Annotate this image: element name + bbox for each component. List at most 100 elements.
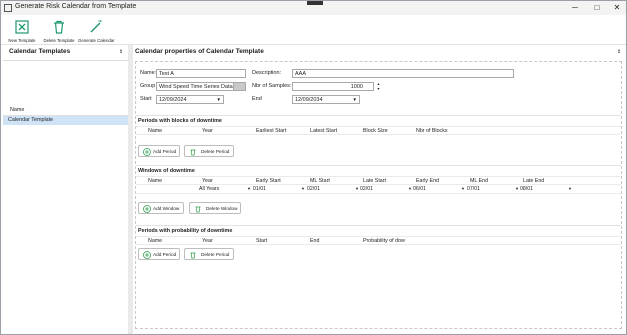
name-input[interactable]: Test A [156, 69, 246, 78]
col-ml-end[interactable]: ML End [470, 178, 488, 184]
generate-calendar-label: Generate Calendar [78, 38, 115, 43]
add-window-label: Add Window [153, 206, 180, 211]
close-button[interactable]: ✕ [610, 2, 624, 14]
cell-ml-start[interactable]: 02/01 ▼ [307, 186, 359, 192]
cell-early-end-value: 06/01 [413, 186, 426, 192]
group-input[interactable]: Wind Speed Time Series Data [156, 82, 234, 91]
templates-column-name[interactable]: Name [3, 105, 128, 116]
cell-early-start[interactable]: 01/01 ▼ [253, 186, 305, 192]
window-title: Generate Risk Calendar from Template [15, 3, 137, 10]
chevron-down-icon: ▼ [408, 186, 412, 191]
cell-late-end[interactable]: 08/01 ▼ [520, 186, 572, 192]
new-template-button[interactable]: New Template [5, 18, 39, 44]
add-icon [143, 251, 151, 259]
windows-section: Windows of downtime Name Year Early Star… [136, 165, 621, 223]
col-name[interactable]: Name [148, 238, 162, 244]
delete-period-button[interactable]: Delete Period [184, 145, 234, 157]
add-window-button[interactable]: Add Window [138, 202, 184, 214]
windows-table-header: Name Year Early Start ML Start Late Star… [136, 176, 621, 185]
new-template-icon [15, 20, 29, 34]
panel-pin-icon[interactable]: ⇕ [119, 49, 123, 55]
cell-late-start-value: 02/01 [360, 186, 373, 192]
maximize-button[interactable]: □ [590, 2, 604, 14]
delete-period-button[interactable]: Delete Period [184, 248, 234, 260]
description-input[interactable]: AAA [292, 69, 514, 78]
cell-early-end[interactable]: 06/01 ▼ [413, 186, 465, 192]
title-grip[interactable] [307, 1, 323, 5]
chevron-down-icon: ▼ [247, 186, 251, 191]
start-date-picker[interactable]: 12/09/2024 ▼ [156, 95, 224, 104]
group-browse-button[interactable] [233, 82, 246, 91]
properties-content: Name: Test A Description: AAA Group Wind… [135, 61, 622, 329]
end-label: End [252, 96, 262, 102]
col-name[interactable]: Name [148, 178, 162, 184]
table-row[interactable]: All Years ▼ 01/01 ▼ 02/01 ▼ 02/01 ▼ 06/01 ▼ 0… [136, 185, 621, 194]
trash-icon [54, 20, 64, 34]
delete-window-button[interactable]: Delete Window [189, 202, 241, 214]
col-ml-start[interactable]: ML Start [310, 178, 330, 184]
samples-stepper-up[interactable]: ▲ [376, 82, 381, 86]
windows-section-title: Windows of downtime [138, 168, 195, 174]
col-early-end[interactable]: Early End [416, 178, 439, 184]
col-early-start[interactable]: Early Start [256, 178, 281, 184]
cell-early-start-value: 01/01 [253, 186, 266, 192]
trash-icon [190, 149, 196, 156]
chevron-down-icon: ▼ [301, 186, 305, 191]
col-probability[interactable]: Probability of dow [363, 238, 405, 244]
delete-window-label: Delete Window [206, 206, 238, 211]
cell-late-end-value: 08/01 [520, 186, 533, 192]
cell-year[interactable]: All Years ▼ [199, 186, 251, 192]
col-earliest-start[interactable]: Earliest Start [256, 128, 286, 134]
add-period-button[interactable]: Add Period [138, 145, 180, 157]
delete-template-button[interactable]: Delete Template [41, 18, 77, 44]
samples-label: Nbr of Samples: [252, 83, 292, 89]
cell-ml-start-value: 02/01 [307, 186, 320, 192]
col-year[interactable]: Year [202, 128, 213, 134]
cell-ml-end-value: 07/01 [467, 186, 480, 192]
col-year[interactable]: Year [202, 238, 213, 244]
minimize-button[interactable]: ─ [568, 2, 582, 14]
add-period-button[interactable]: Add Period [138, 248, 180, 260]
end-date-value: 12/09/2034 [295, 97, 323, 103]
probability-section-title: Periods with probability of downtime [138, 228, 233, 234]
properties-pin-icon[interactable]: ⇕ [617, 49, 621, 55]
col-year[interactable]: Year [202, 178, 213, 184]
name-label: Name: [140, 70, 157, 76]
cell-ml-end[interactable]: 07/01 ▼ [467, 186, 519, 192]
chevron-down-icon: ▼ [461, 186, 465, 191]
col-late-end[interactable]: Late End [523, 178, 544, 184]
delete-period-label: Delete Period [201, 252, 230, 257]
app-window: Generate Risk Calendar from Template ─ □… [0, 0, 627, 335]
col-late-start[interactable]: Late Start [363, 178, 386, 184]
col-name[interactable]: Name [148, 128, 162, 134]
chevron-down-icon: ▼ [515, 186, 519, 191]
blocks-section-title: Periods with blocks of downtime [138, 118, 222, 124]
app-icon [4, 4, 12, 12]
probability-section: Periods with probability of downtime Nam… [136, 225, 621, 271]
template-list-item[interactable]: Calendar Template [3, 116, 128, 125]
add-period-label: Add Period [153, 252, 177, 257]
group-label: Group [140, 83, 156, 89]
generate-calendar-button[interactable]: Generate Calendar [78, 18, 115, 44]
col-start[interactable]: Start [256, 238, 267, 244]
samples-input[interactable]: 1000 [292, 82, 374, 91]
col-nbr-blocks[interactable]: Nbr of Blocks [416, 128, 448, 134]
templates-panel-header: Calendar Templates ⇕ [3, 45, 128, 61]
samples-stepper-down[interactable]: ▼ [376, 87, 381, 91]
chevron-down-icon: ▼ [355, 186, 359, 191]
chevron-down-icon: ▼ [216, 97, 221, 102]
end-date-picker[interactable]: 12/09/2034 ▼ [292, 95, 360, 104]
add-icon [143, 148, 151, 156]
cell-late-start[interactable]: 02/01 ▼ [360, 186, 412, 192]
col-block-size[interactable]: Block Size [363, 128, 388, 134]
magic-wand-icon [90, 20, 102, 33]
chevron-down-icon: ▼ [568, 186, 572, 191]
col-latest-start[interactable]: Latest Start [310, 128, 337, 134]
templates-panel-title: Calendar Templates [9, 48, 71, 55]
start-label: Start [140, 96, 152, 102]
start-date-value: 12/09/2024 [159, 97, 187, 103]
new-template-label: New Template [8, 38, 36, 43]
blocks-section: Periods with blocks of downtime Name Yea… [136, 115, 621, 161]
col-end[interactable]: End [310, 238, 319, 244]
delete-template-label: Delete Template [43, 38, 75, 43]
